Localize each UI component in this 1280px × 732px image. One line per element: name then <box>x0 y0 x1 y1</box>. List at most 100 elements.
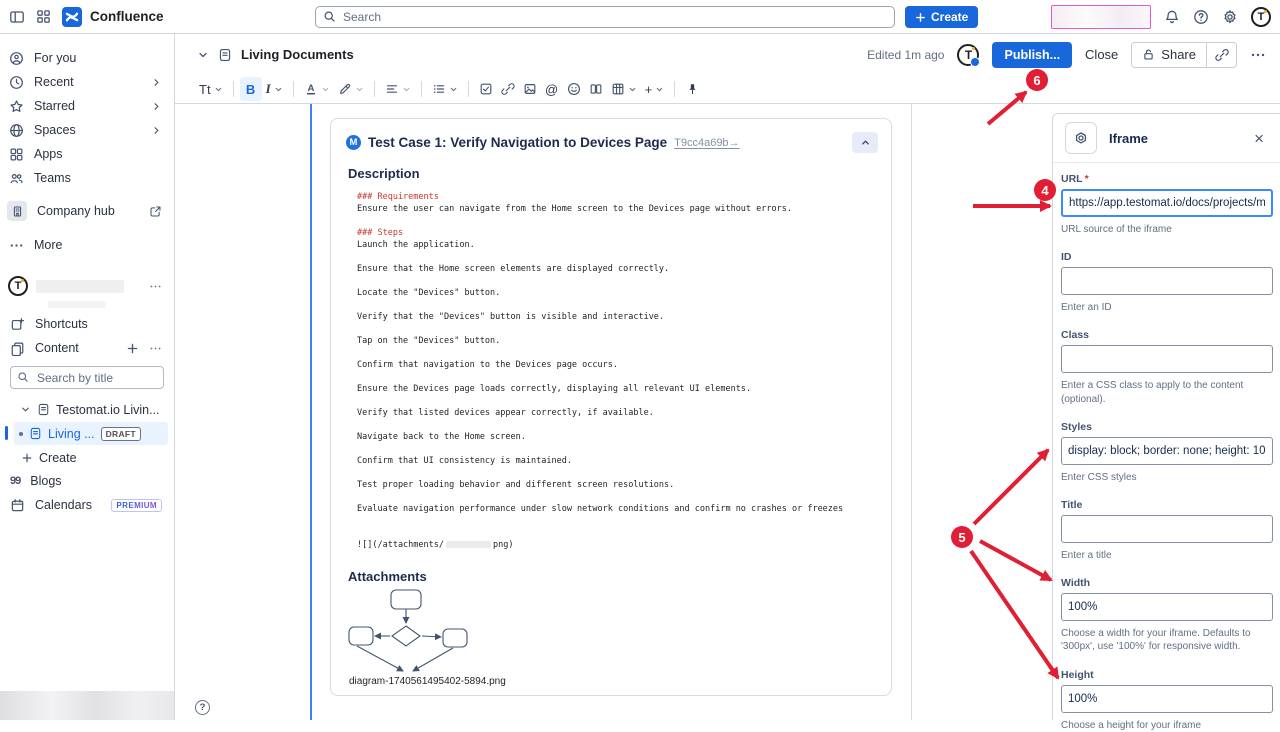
editor-column-divider <box>911 104 912 720</box>
chevron-down-icon[interactable] <box>20 404 31 415</box>
toolbar-divider <box>421 81 422 97</box>
chevron-down-icon <box>402 85 411 94</box>
italic-label: I <box>266 81 271 97</box>
markdown-text-line <box>357 491 877 503</box>
confluence-logo-icon[interactable] <box>62 7 82 27</box>
help-icon[interactable] <box>1193 9 1209 25</box>
highlight-button[interactable] <box>334 77 368 101</box>
sidebar-item-teams[interactable]: Teams <box>0 166 174 190</box>
height-input[interactable] <box>1061 685 1273 713</box>
app-switcher-icon[interactable] <box>36 9 51 24</box>
task-button[interactable] <box>475 77 497 101</box>
markdown-text-line: Ensure that the Home screen elements are… <box>357 263 877 275</box>
chevron-down-icon[interactable] <box>197 49 209 61</box>
url-input[interactable] <box>1061 189 1273 217</box>
calendars-label: Calendars <box>35 498 101 512</box>
sidebar-item-recent[interactable]: Recent <box>0 70 174 94</box>
sidebar-item-calendars[interactable]: Calendars PREMIUM <box>0 493 174 517</box>
space-header[interactable]: T <box>0 274 174 298</box>
markdown-text-line: Tap on the "Devices" button. <box>357 335 877 347</box>
tree-item-living-documents[interactable]: Living ... DRAFT <box>14 422 168 445</box>
grid-icon <box>9 147 24 162</box>
bullet-icon <box>19 432 23 436</box>
copy-link-icon[interactable] <box>1207 48 1236 62</box>
text-color-button[interactable]: A <box>300 77 334 101</box>
tree-item-parent[interactable]: Testomat.io Livin... <box>0 398 174 421</box>
share-button[interactable]: Share <box>1132 47 1206 62</box>
sidebar-title-search <box>10 366 164 389</box>
link-button[interactable] <box>497 77 519 101</box>
iframe-field-title: Title Enter a title <box>1061 499 1273 562</box>
shortcuts-label: Shortcuts <box>35 317 162 331</box>
title-field-label: Title <box>1061 499 1273 511</box>
markdown-text-line: Ensure the Devices page loads correctly,… <box>357 383 877 395</box>
layout-button[interactable] <box>585 77 607 101</box>
user-avatar[interactable]: T <box>1251 7 1271 27</box>
sidebar-label-spaces: Spaces <box>34 123 141 137</box>
share-label: Share <box>1161 47 1196 62</box>
bold-button[interactable]: B <box>240 77 262 101</box>
pin-icon <box>686 83 699 96</box>
more-actions-icon[interactable] <box>1250 47 1266 63</box>
content-more-icon[interactable] <box>149 342 162 355</box>
styles-field-label: Styles <box>1061 421 1273 433</box>
publish-button[interactable]: Publish... <box>992 42 1072 68</box>
title-helper-text: Enter a title <box>1061 549 1273 562</box>
styles-input[interactable] <box>1061 437 1273 465</box>
tree-parent-label: Testomat.io Livin... <box>56 403 160 417</box>
shortcuts-icon <box>10 317 25 332</box>
test-case-id-link[interactable]: T9cc4a69b→ <box>674 137 739 149</box>
markdown-text-line <box>357 251 877 263</box>
close-panel-icon[interactable]: × <box>1250 128 1268 149</box>
class-input[interactable] <box>1061 345 1273 373</box>
sidebar-item-spaces[interactable]: Spaces <box>0 118 174 142</box>
sidebar-item-apps[interactable]: Apps <box>0 142 174 166</box>
width-input[interactable] <box>1061 593 1273 621</box>
page-header: Living Documents Edited 1m ago T Publish… <box>175 34 1280 75</box>
title-input[interactable] <box>1061 515 1273 543</box>
help-bubble-icon[interactable]: ? <box>195 700 210 715</box>
bold-label: B <box>246 82 255 97</box>
settings-gear-icon[interactable] <box>1222 9 1238 25</box>
space-more-icon[interactable] <box>149 280 162 293</box>
premium-badge: PREMIUM <box>111 499 162 512</box>
page-icon <box>37 403 50 416</box>
sidebar-item-blogs[interactable]: 99 Blogs <box>0 469 174 493</box>
insert-button[interactable]: + <box>641 77 669 101</box>
search-input[interactable] <box>315 6 895 28</box>
sidebar-item-starred[interactable]: Starred <box>0 94 174 118</box>
collapse-button[interactable] <box>852 132 878 153</box>
markdown-text-line <box>357 443 877 455</box>
markdown-text-line: Ensure the user can navigate from the Ho… <box>357 203 877 215</box>
iframe-field-id: IDEnter an ID <box>1061 251 1273 314</box>
add-content-icon[interactable] <box>126 342 139 355</box>
create-button-label: Create <box>931 10 968 24</box>
markdown-text-line <box>357 419 877 431</box>
title-search-input[interactable] <box>10 366 164 389</box>
bullet-list-button[interactable] <box>428 77 462 101</box>
sidebar-item-shortcuts[interactable]: Shortcuts <box>0 312 174 336</box>
iframe-macro-icon[interactable] <box>1065 122 1097 154</box>
create-button[interactable]: Create <box>905 6 978 28</box>
editor-avatar[interactable]: T <box>957 44 979 66</box>
close-button[interactable]: Close <box>1085 47 1118 62</box>
sidebar-item-more[interactable]: More <box>0 233 174 257</box>
mention-button[interactable]: @ <box>541 77 563 101</box>
align-button[interactable] <box>381 77 415 101</box>
emoji-button[interactable] <box>563 77 585 101</box>
notifications-bell-icon[interactable] <box>1164 9 1180 25</box>
italic-button[interactable]: I <box>262 77 287 101</box>
text-style-button[interactable]: Tt <box>195 77 227 101</box>
sidebar-item-company-hub[interactable]: Company hub <box>0 199 174 223</box>
content-icon <box>10 341 25 356</box>
table-button[interactable] <box>607 77 641 101</box>
id-input[interactable] <box>1061 267 1273 295</box>
collapse-sidebar-icon[interactable] <box>9 9 25 25</box>
clock-icon <box>9 75 24 90</box>
image-button[interactable] <box>519 77 541 101</box>
markdown-code-block[interactable]: ### RequirementsEnsure the user can navi… <box>357 191 877 551</box>
sidebar-item-content[interactable]: Content <box>0 336 174 360</box>
sidebar-item-for-you[interactable]: For you <box>0 46 174 70</box>
tree-create-button[interactable]: Create <box>0 446 174 469</box>
pin-button[interactable] <box>681 77 703 101</box>
